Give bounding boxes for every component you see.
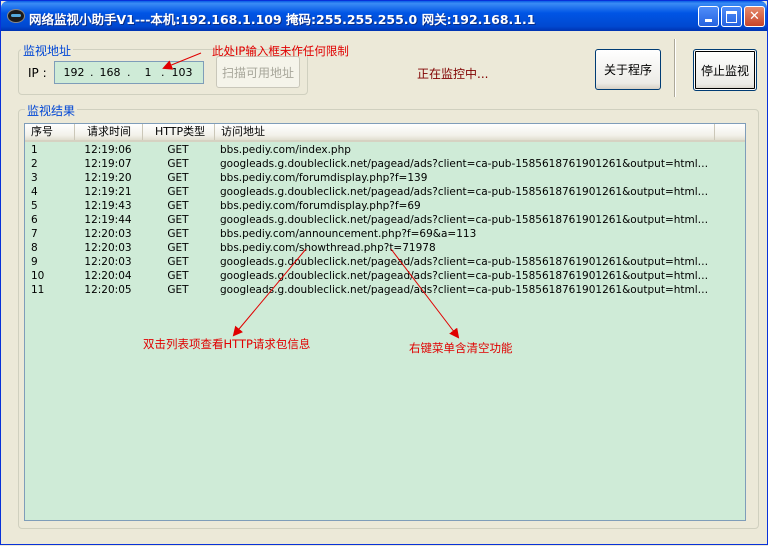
- monitoring-status: 正在监控中...: [417, 67, 489, 81]
- column-header-url[interactable]: 访问地址: [215, 124, 715, 140]
- separator: [674, 39, 676, 97]
- row-url: googleads.g.doubleclick.net/pagead/ads?c…: [220, 256, 710, 268]
- row-url: bbs.pediy.com/index.php: [220, 144, 351, 156]
- monitor-address-label: 监视地址: [21, 42, 74, 59]
- row-number: 3: [31, 172, 38, 184]
- row-url: googleads.g.doubleclick.net/pagead/ads?c…: [220, 186, 710, 198]
- table-row[interactable]: 11 12:20:05 GET googleads.g.doubleclick.net…: [25, 283, 745, 297]
- ip-label: IP :: [28, 66, 47, 80]
- results-label: 监视结果: [25, 102, 78, 119]
- table-row[interactable]: 3 12:19:20 GET bbs.pediy.com/forumdisplay.p…: [25, 171, 745, 185]
- row-http-type: GET: [167, 186, 189, 198]
- row-number: 8: [31, 242, 38, 254]
- row-url: bbs.pediy.com/forumdisplay.php?f=139: [220, 172, 428, 184]
- row-url: bbs.pediy.com/showthread.php?t=71978: [220, 242, 436, 254]
- close-button[interactable]: ✕: [744, 6, 765, 27]
- row-http-type: GET: [167, 214, 189, 226]
- row-number: 6: [31, 214, 38, 226]
- row-number: 7: [31, 228, 38, 240]
- row-time: 12:19:07: [84, 158, 132, 170]
- row-http-type: GET: [167, 200, 189, 212]
- row-url: bbs.pediy.com/forumdisplay.php?f=69: [220, 200, 421, 212]
- annotation-ip-note: 此处IP输入框未作任何限制: [212, 44, 349, 58]
- stop-monitor-button[interactable]: 停止监视: [693, 49, 757, 91]
- ip-octet-2[interactable]: 168: [97, 66, 123, 79]
- row-http-type: GET: [167, 228, 189, 240]
- maximize-button[interactable]: [721, 6, 742, 27]
- app-window: 网络监视小助手V1---本机:192.168.1.109 掩码:255.255.…: [0, 0, 768, 545]
- annotation-rightclick-note: 右键菜单含清空功能: [409, 341, 513, 355]
- row-http-type: GET: [167, 172, 189, 184]
- network-app-icon: [7, 9, 25, 23]
- row-number: 10: [31, 270, 45, 282]
- row-time: 12:20:04: [84, 270, 132, 282]
- ip-dot: .: [127, 66, 131, 79]
- column-header-type[interactable]: HTTP类型: [143, 124, 215, 140]
- table-row[interactable]: 7 12:20:03 GET bbs.pediy.com/announcement.p…: [25, 227, 745, 241]
- column-header-filler: [715, 124, 745, 140]
- row-url: googleads.g.doubleclick.net/pagead/ads?c…: [220, 214, 710, 226]
- about-button[interactable]: 关于程序: [595, 49, 661, 90]
- results-list[interactable]: 序号 请求时间 HTTP类型 访问地址 1 12:19:06 GET bbs.pedi…: [24, 123, 746, 521]
- table-row[interactable]: 2 12:19:07 GET googleads.g.doubleclick.net/…: [25, 157, 745, 171]
- row-url: googleads.g.doubleclick.net/pagead/ads?c…: [220, 270, 710, 282]
- row-url: googleads.g.doubleclick.net/pagead/ads?c…: [220, 158, 710, 170]
- row-time: 12:20:03: [84, 242, 132, 254]
- table-row[interactable]: 5 12:19:43 GET bbs.pediy.com/forumdisplay.p…: [25, 199, 745, 213]
- table-row[interactable]: 1 12:19:06 GET bbs.pediy.com/index.php: [25, 143, 745, 157]
- table-row[interactable]: 4 12:19:21 GET googleads.g.doubleclick.net/…: [25, 185, 745, 199]
- row-time: 12:19:21: [84, 186, 132, 198]
- row-url: bbs.pediy.com/announcement.php?f=69&a=11…: [220, 228, 477, 240]
- list-body: 1 12:19:06 GET bbs.pediy.com/index.php 2 12:1…: [25, 143, 745, 297]
- table-row[interactable]: 10 12:20:04 GET googleads.g.doubleclick.net…: [25, 269, 745, 283]
- ip-octet-3[interactable]: 1: [135, 66, 161, 79]
- row-number: 4: [31, 186, 38, 198]
- row-http-type: GET: [167, 144, 189, 156]
- ip-octet-1[interactable]: 192: [61, 66, 87, 79]
- row-time: 12:19:43: [84, 200, 132, 212]
- minimize-button[interactable]: [698, 6, 719, 27]
- row-time: 12:20:03: [84, 256, 132, 268]
- annotation-dblclick-note: 双击列表项查看HTTP请求包信息: [143, 337, 311, 351]
- row-http-type: GET: [167, 270, 189, 282]
- row-number: 1: [31, 144, 38, 156]
- row-time: 12:20:05: [84, 284, 132, 296]
- title-bar[interactable]: 网络监视小助手V1---本机:192.168.1.109 掩码:255.255.…: [1, 1, 767, 31]
- ip-address-input[interactable]: 192 . 168 . 1 . 103: [54, 61, 204, 84]
- window-title: 网络监视小助手V1---本机:192.168.1.109 掩码:255.255.…: [29, 12, 536, 27]
- table-row[interactable]: 9 12:20:03 GET googleads.g.doubleclick.net/…: [25, 255, 745, 269]
- row-url: googleads.g.doubleclick.net/pagead/ads?c…: [220, 284, 710, 296]
- scan-available-button[interactable]: 扫描可用地址: [216, 56, 300, 88]
- row-time: 12:20:03: [84, 228, 132, 240]
- row-time: 12:19:06: [84, 144, 132, 156]
- close-icon: ✕: [749, 9, 760, 24]
- ip-dot: .: [90, 66, 94, 79]
- table-row[interactable]: 6 12:19:44 GET googleads.g.doubleclick.net/…: [25, 213, 745, 227]
- column-header-time[interactable]: 请求时间: [75, 124, 143, 140]
- row-time: 12:19:20: [84, 172, 132, 184]
- row-number: 2: [31, 158, 38, 170]
- ip-octet-4[interactable]: 103: [169, 66, 195, 79]
- column-header-no[interactable]: 序号: [25, 124, 75, 140]
- list-header: 序号 请求时间 HTTP类型 访问地址: [25, 124, 745, 142]
- row-http-type: GET: [167, 284, 189, 296]
- row-number: 9: [31, 256, 38, 268]
- row-number: 11: [31, 284, 45, 296]
- row-time: 12:19:44: [84, 214, 132, 226]
- table-row[interactable]: 8 12:20:03 GET bbs.pediy.com/showthread.php…: [25, 241, 745, 255]
- row-http-type: GET: [167, 158, 189, 170]
- row-number: 5: [31, 200, 38, 212]
- row-http-type: GET: [167, 242, 189, 254]
- row-http-type: GET: [167, 256, 189, 268]
- ip-dot: .: [161, 66, 165, 79]
